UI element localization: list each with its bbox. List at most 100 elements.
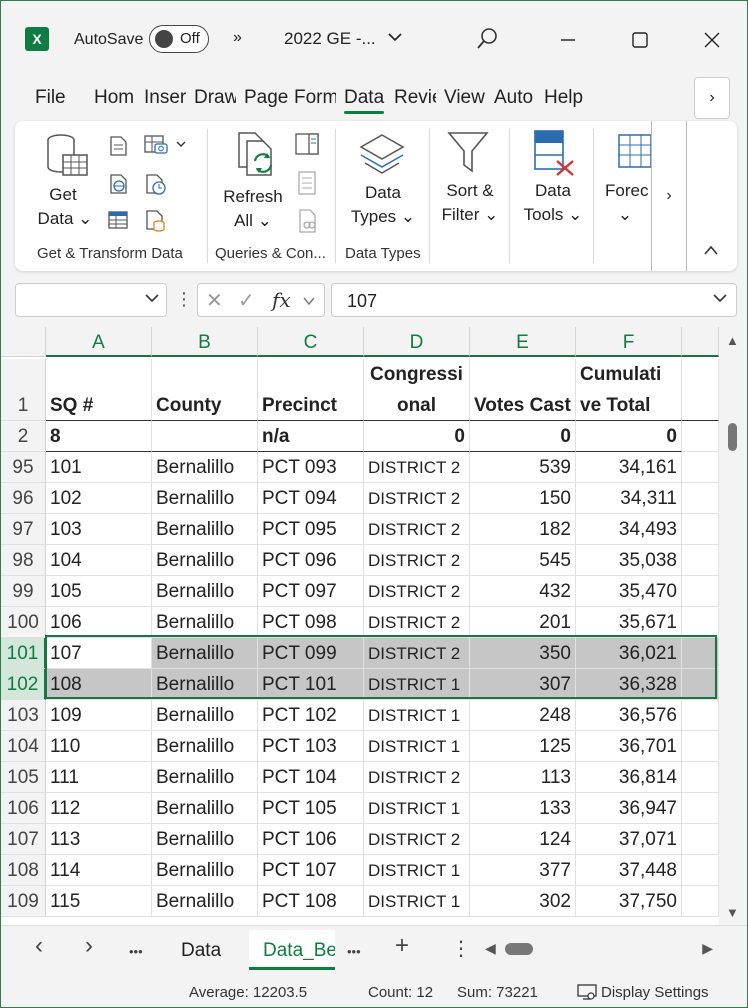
- document-title[interactable]: 2022 GE -...: [284, 29, 376, 49]
- row-header[interactable]: 108: [1, 855, 46, 886]
- row-header[interactable]: 107: [1, 824, 46, 855]
- table-cell[interactable]: Bernalillo: [152, 607, 258, 638]
- table-cell[interactable]: 539: [470, 452, 576, 483]
- table-cell[interactable]: 106: [46, 607, 152, 638]
- table-cell[interactable]: 35,038: [576, 545, 682, 576]
- table-cell[interactable]: PCT 105: [258, 793, 364, 824]
- ribbon-scroll-right-button[interactable]: ›: [651, 121, 687, 271]
- table-cell[interactable]: DISTRICT 2: [364, 576, 470, 607]
- table-cell[interactable]: Bernalillo: [152, 824, 258, 855]
- row-header[interactable]: 95: [1, 452, 46, 483]
- data-tools-icon[interactable]: [531, 129, 577, 182]
- tab-home[interactable]: Hom: [94, 87, 138, 109]
- table-cell[interactable]: DISTRICT 2: [364, 452, 470, 483]
- scroll-up-icon[interactable]: ▲: [726, 333, 739, 348]
- table-cell[interactable]: Bernalillo: [152, 638, 258, 669]
- quick-access-more-icon[interactable]: »: [233, 29, 242, 47]
- tab-formulas[interactable]: Form: [294, 87, 336, 109]
- empty-cell[interactable]: [682, 452, 719, 483]
- forecast-label[interactable]: Forec: [605, 179, 653, 203]
- table-cell[interactable]: 104: [46, 545, 152, 576]
- table-cell[interactable]: 110: [46, 731, 152, 762]
- status-average[interactable]: Average: 12203.5: [189, 984, 307, 1001]
- more-sheets-left-button[interactable]: •••: [129, 944, 143, 959]
- table-cell[interactable]: 113: [46, 824, 152, 855]
- refresh-all-dropdown[interactable]: All ⌄: [219, 209, 287, 233]
- table-cell[interactable]: 36,576: [576, 700, 682, 731]
- horizontal-scrollbar[interactable]: ◀ ▶: [479, 938, 719, 960]
- table-cell[interactable]: Bernalillo: [152, 886, 258, 917]
- table-cell[interactable]: Bernalillo: [152, 762, 258, 793]
- tab-automate[interactable]: Auto: [494, 87, 536, 109]
- close-button[interactable]: [697, 25, 727, 55]
- table-cell[interactable]: 115: [46, 886, 152, 917]
- column-header-a[interactable]: A: [46, 327, 152, 357]
- table-cell[interactable]: 432: [470, 576, 576, 607]
- header-cell[interactable]: SQ #: [46, 359, 152, 421]
- chevron-down-icon[interactable]: [144, 290, 160, 309]
- add-sheet-button[interactable]: +: [395, 932, 409, 960]
- header-cell[interactable]: Cumulati ve Total: [576, 359, 682, 421]
- refresh-all-label[interactable]: Refresh: [219, 185, 287, 209]
- table-cell[interactable]: PCT 098: [258, 607, 364, 638]
- properties-icon[interactable]: [297, 171, 317, 200]
- table-cell[interactable]: Bernalillo: [152, 669, 258, 700]
- table-cell[interactable]: Bernalillo: [152, 483, 258, 514]
- table-cell[interactable]: 34,493: [576, 514, 682, 545]
- empty-cell[interactable]: [682, 545, 719, 576]
- tabs-scroll-right-button[interactable]: ›: [694, 77, 730, 119]
- table-cell[interactable]: 37,750: [576, 886, 682, 917]
- table-cell[interactable]: 112: [46, 793, 152, 824]
- table-cell[interactable]: PCT 094: [258, 483, 364, 514]
- header-cell[interactable]: Votes Cast: [470, 359, 576, 421]
- empty-cell[interactable]: [682, 421, 719, 452]
- empty-cell[interactable]: [682, 731, 719, 762]
- table-cell[interactable]: PCT 104: [258, 762, 364, 793]
- table-cell[interactable]: DISTRICT 1: [364, 886, 470, 917]
- search-icon[interactable]: [475, 27, 499, 51]
- data-tools-dropdown[interactable]: Tools ⌄: [515, 203, 591, 227]
- table-cell[interactable]: 101: [46, 452, 152, 483]
- empty-cell[interactable]: [682, 483, 719, 514]
- table-cell[interactable]: DISTRICT 2: [364, 762, 470, 793]
- formula-input[interactable]: 107: [331, 283, 737, 317]
- table-cell[interactable]: Bernalillo: [152, 576, 258, 607]
- row-header[interactable]: 102: [1, 669, 46, 700]
- table-cell[interactable]: PCT 108: [258, 886, 364, 917]
- queries-connections-icon[interactable]: [295, 133, 319, 160]
- data-cell[interactable]: [152, 421, 258, 452]
- table-cell[interactable]: 36,701: [576, 731, 682, 762]
- row-header[interactable]: 97: [1, 514, 46, 545]
- sort-filter-dropdown[interactable]: Filter ⌄: [435, 203, 505, 227]
- recent-sources-icon[interactable]: [143, 173, 169, 202]
- table-cell[interactable]: 125: [470, 731, 576, 762]
- table-cell[interactable]: 248: [470, 700, 576, 731]
- table-cell[interactable]: 113: [470, 762, 576, 793]
- autosave-toggle[interactable]: Off: [149, 25, 209, 53]
- table-cell[interactable]: 105: [46, 576, 152, 607]
- column-header-e[interactable]: E: [470, 327, 576, 357]
- tab-review[interactable]: Revie: [394, 87, 436, 109]
- table-cell[interactable]: 35,470: [576, 576, 682, 607]
- tab-insert[interactable]: Inser: [144, 87, 186, 109]
- select-all-corner[interactable]: [1, 327, 46, 357]
- empty-cell[interactable]: [682, 607, 719, 638]
- column-header-d[interactable]: D: [364, 327, 470, 357]
- header-cell[interactable]: Precinct: [258, 359, 364, 421]
- tab-data[interactable]: Data: [344, 87, 386, 109]
- table-cell[interactable]: 34,311: [576, 483, 682, 514]
- row-header[interactable]: 98: [1, 545, 46, 576]
- table-cell[interactable]: 34,161: [576, 452, 682, 483]
- row-header[interactable]: 99: [1, 576, 46, 607]
- table-cell[interactable]: PCT 099: [258, 638, 364, 669]
- empty-cell[interactable]: [682, 359, 719, 421]
- row-header[interactable]: 1: [1, 359, 46, 421]
- table-cell[interactable]: PCT 107: [258, 855, 364, 886]
- empty-cell[interactable]: [682, 886, 719, 917]
- scroll-down-icon[interactable]: ▼: [726, 905, 739, 920]
- table-cell[interactable]: 103: [46, 514, 152, 545]
- maximize-button[interactable]: [625, 25, 655, 55]
- table-cell[interactable]: 107: [46, 638, 152, 669]
- edit-links-icon[interactable]: [297, 209, 319, 238]
- table-cell[interactable]: DISTRICT 1: [364, 855, 470, 886]
